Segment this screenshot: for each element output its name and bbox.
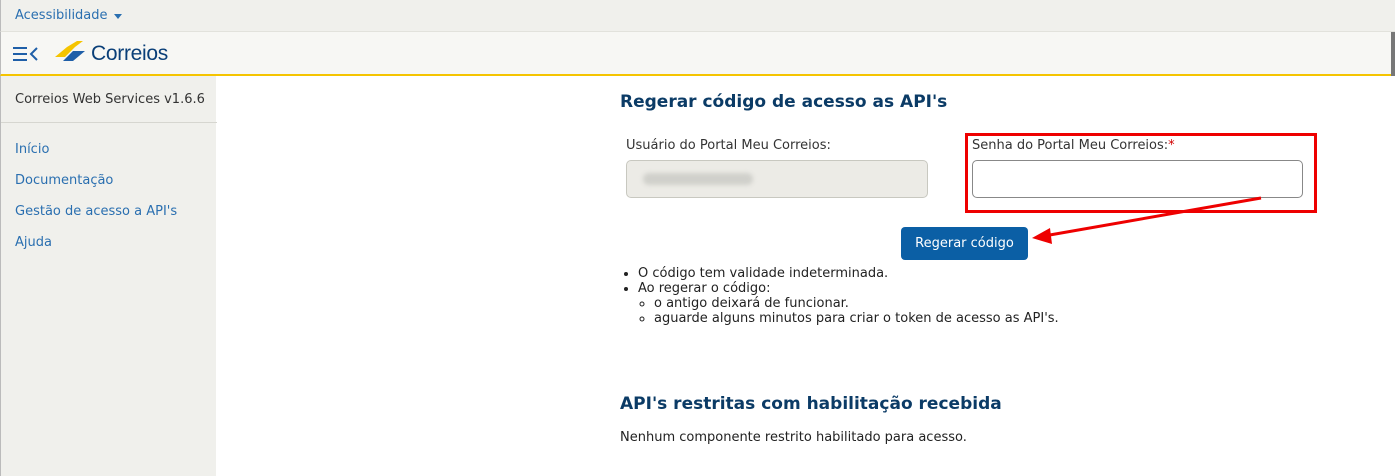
list-item-text: Ao regerar o código: (638, 281, 771, 296)
caret-down-icon (113, 14, 122, 19)
top-bar: Acessibilidade (0, 0, 1395, 32)
main-content: Regerar código de acesso as API's Usuári… (216, 76, 1395, 476)
scrollbar[interactable] (1391, 32, 1395, 76)
page-title: Regerar código de acesso as API's (620, 92, 948, 112)
restricted-apis-text: Nenhum componente restrito habilitado pa… (620, 430, 967, 445)
menu-collapse-button[interactable] (13, 45, 39, 63)
app-version: Correios Web Services v1.6.6 (15, 92, 205, 107)
menu-collapse-icon (13, 47, 38, 61)
user-field (626, 160, 928, 198)
required-mark: * (1168, 138, 1175, 153)
accessibility-label: Acessibilidade (15, 8, 108, 23)
correios-logo[interactable]: Correios (53, 40, 168, 68)
header: Correios (0, 32, 1395, 76)
password-label-text: Senha do Portal Meu Correios: (972, 138, 1169, 153)
info-list: O código tem validade indeterminada. Ao … (620, 266, 1059, 326)
list-item: O código tem validade indeterminada. (638, 266, 1059, 281)
accessibility-menu[interactable]: Acessibilidade (15, 8, 122, 23)
sidebar-item-inicio[interactable]: Início (15, 142, 177, 173)
sub-list-item: aguarde alguns minutos para criar o toke… (654, 311, 1059, 326)
sidebar-item-gestao-acesso[interactable]: Gestão de acesso a API's (15, 204, 177, 235)
sidebar-nav: Início Documentação Gestão de acesso a A… (15, 142, 177, 266)
redacted-user-value (643, 173, 753, 185)
sidebar-divider (1, 122, 217, 123)
password-label: Senha do Portal Meu Correios:* (972, 138, 1175, 153)
correios-logo-icon (55, 41, 85, 61)
sidebar-item-ajuda[interactable]: Ajuda (15, 235, 177, 266)
sub-list-item: o antigo deixará de funcionar. (654, 296, 1059, 311)
restricted-apis-title: API's restritas com habilitação recebida (620, 394, 1002, 414)
list-item: Ao regerar o código: o antigo deixará de… (638, 281, 1059, 326)
sidebar-item-documentacao[interactable]: Documentação (15, 173, 177, 204)
logo-text: Correios (91, 42, 168, 65)
sidebar: Correios Web Services v1.6.6 Início Docu… (0, 76, 217, 476)
user-label: Usuário do Portal Meu Correios: (626, 138, 831, 153)
password-field[interactable] (972, 160, 1303, 198)
regen-code-button[interactable]: Regerar código (901, 227, 1028, 260)
